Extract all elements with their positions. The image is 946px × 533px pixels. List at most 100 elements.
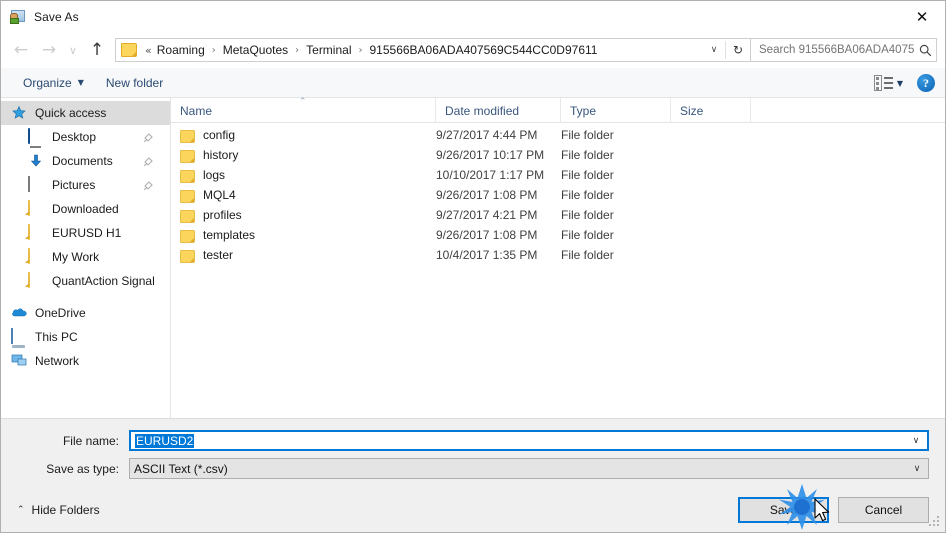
breadcrumb-item-terminal-id[interactable]: 915566BA06ADA407569C544CC0D97611	[368, 43, 600, 57]
sidebar-item-network[interactable]: Network	[1, 349, 170, 373]
sidebar-item-quick-access[interactable]: Quick access	[1, 101, 170, 125]
chevron-down-icon[interactable]: ∨	[905, 432, 927, 449]
sidebar-item-quantaction-signal[interactable]: QuantAction Signal	[1, 269, 170, 293]
file-type: File folder	[561, 248, 614, 262]
sidebar-item-downloaded[interactable]: Downloaded	[1, 197, 170, 221]
folder-icon	[180, 149, 195, 163]
chevron-down-icon[interactable]: ∨	[906, 459, 928, 478]
file-date: 9/26/2017 1:08 PM	[436, 228, 538, 242]
sidebar-item-label: Documents	[52, 154, 113, 168]
table-row[interactable]: templates 9/26/2017 1:08 PM File folder	[171, 225, 945, 245]
title-bar: Save As ✕	[1, 1, 945, 32]
file-name-cell: history	[171, 148, 436, 163]
up-button[interactable]: ↑	[83, 37, 111, 63]
save-button[interactable]: Save	[738, 497, 829, 523]
download-arrow-icon	[28, 153, 45, 169]
file-name-cell: MQL4	[171, 188, 436, 203]
folder-icon	[121, 43, 137, 57]
column-header-date-modified[interactable]: Date modified	[436, 98, 561, 123]
file-date: 9/27/2017 4:44 PM	[436, 128, 538, 142]
folder-icon	[180, 209, 195, 223]
folder-icon	[28, 224, 45, 241]
table-row[interactable]: logs 10/10/2017 1:17 PM File folder	[171, 165, 945, 185]
column-header-name[interactable]: Name ⌃	[171, 97, 436, 123]
column-label: Name	[180, 103, 213, 118]
help-icon[interactable]: ?	[917, 74, 935, 92]
save-as-type-select[interactable]: ASCII Text (*.csv) ∨	[129, 458, 929, 479]
new-folder-button[interactable]: New folder	[98, 73, 171, 93]
resize-grip[interactable]	[929, 516, 942, 529]
navigation-pane: Quick access Desktop Documents Pictures …	[1, 98, 171, 418]
cloud-icon	[11, 305, 28, 321]
file-type: File folder	[561, 128, 614, 142]
recent-locations-button[interactable]: ∨	[63, 37, 83, 63]
file-date: 9/26/2017 1:08 PM	[436, 188, 538, 202]
breadcrumb-item-metaquotes[interactable]: MetaQuotes	[221, 43, 290, 57]
file-name: history	[203, 148, 239, 162]
navigation-bar: ← → ∨ ↑ « Roaming › MetaQuotes › Termina…	[1, 32, 945, 68]
file-name-cell: profiles	[171, 208, 436, 223]
folder-icon	[28, 248, 45, 265]
folder-icon	[180, 229, 195, 243]
sidebar-item-my-work[interactable]: My Work	[1, 245, 170, 269]
address-bar[interactable]: « Roaming › MetaQuotes › Terminal › 9155…	[115, 38, 751, 62]
star-icon	[11, 105, 28, 121]
breadcrumb-item-terminal[interactable]: Terminal	[304, 43, 353, 57]
app-icon	[10, 9, 26, 25]
file-type: File folder	[561, 168, 614, 182]
sidebar-item-eurusd-h1[interactable]: EURUSD H1	[1, 221, 170, 245]
sidebar-item-label: EURUSD H1	[52, 226, 122, 240]
file-rows: config 9/27/2017 4:44 PM File folder his…	[171, 123, 945, 418]
column-header-type[interactable]: Type	[561, 98, 671, 123]
file-name-value: EURUSD2	[131, 433, 905, 448]
sidebar-item-this-pc[interactable]: This PC	[1, 325, 170, 349]
table-row[interactable]: tester 10/4/2017 1:35 PM File folder	[171, 245, 945, 265]
chevron-down-icon[interactable]: ∨	[703, 39, 725, 61]
window-title: Save As	[34, 9, 79, 24]
organize-button[interactable]: Organize ▼	[15, 73, 92, 93]
sidebar-item-label: Pictures	[52, 178, 96, 192]
forward-button[interactable]: →	[35, 37, 63, 63]
chevron-up-icon: ⌃	[17, 505, 25, 515]
search-input[interactable]: Search 915566BA06ADA40756...	[751, 44, 914, 56]
folder-icon	[180, 189, 195, 203]
table-row[interactable]: MQL4 9/26/2017 1:08 PM File folder	[171, 185, 945, 205]
network-icon	[11, 353, 28, 369]
file-name-cell: tester	[171, 248, 436, 263]
file-name: logs	[203, 168, 226, 182]
file-type: File folder	[561, 208, 614, 222]
command-bar: Organize ▼ New folder ▼ ?	[1, 68, 945, 98]
table-row[interactable]: config 9/27/2017 4:44 PM File folder	[171, 125, 945, 145]
sidebar-item-pictures[interactable]: Pictures	[1, 173, 170, 197]
breadcrumb-separator-icon: ›	[211, 44, 216, 56]
file-name: templates	[203, 228, 256, 242]
breadcrumb-item-roaming[interactable]: Roaming	[155, 43, 207, 57]
sidebar-item-desktop[interactable]: Desktop	[1, 125, 170, 149]
monitor-icon	[28, 128, 45, 145]
chevron-down-icon: ▼	[77, 78, 84, 87]
save-as-type-label: Save as type:	[46, 461, 119, 476]
table-row[interactable]: history 9/26/2017 10:17 PM File folder	[171, 145, 945, 165]
sidebar-item-documents[interactable]: Documents	[1, 149, 170, 173]
sidebar-item-label: My Work	[52, 250, 100, 264]
sidebar-item-label: Network	[35, 354, 80, 368]
cancel-button[interactable]: Cancel	[838, 497, 929, 523]
breadcrumb-separator-icon: ›	[295, 44, 300, 56]
close-icon[interactable]: ✕	[899, 1, 945, 32]
file-type: File folder	[561, 188, 614, 202]
hide-folders-button[interactable]: ⌃ Hide Folders	[17, 503, 100, 517]
sidebar-item-label: This PC	[35, 330, 78, 344]
chevron-down-icon[interactable]: ▼	[897, 79, 903, 88]
breadcrumb-overflow-icon[interactable]: «	[142, 44, 155, 57]
save-form: File name: EURUSD2 ∨ Save as type: ASCII…	[1, 418, 945, 488]
hide-folders-label: Hide Folders	[31, 503, 100, 517]
file-name-input[interactable]: EURUSD2 ∨	[129, 430, 929, 451]
view-layout-icon[interactable]	[873, 75, 894, 91]
back-button[interactable]: ←	[7, 37, 35, 63]
refresh-icon[interactable]: ↻	[726, 39, 750, 61]
sidebar-item-onedrive[interactable]: OneDrive	[1, 301, 170, 325]
column-header-size[interactable]: Size	[671, 98, 751, 123]
search-box[interactable]: Search 915566BA06ADA40756...	[751, 38, 937, 62]
table-row[interactable]: profiles 9/27/2017 4:21 PM File folder	[171, 205, 945, 225]
file-date: 9/27/2017 4:21 PM	[436, 208, 538, 222]
